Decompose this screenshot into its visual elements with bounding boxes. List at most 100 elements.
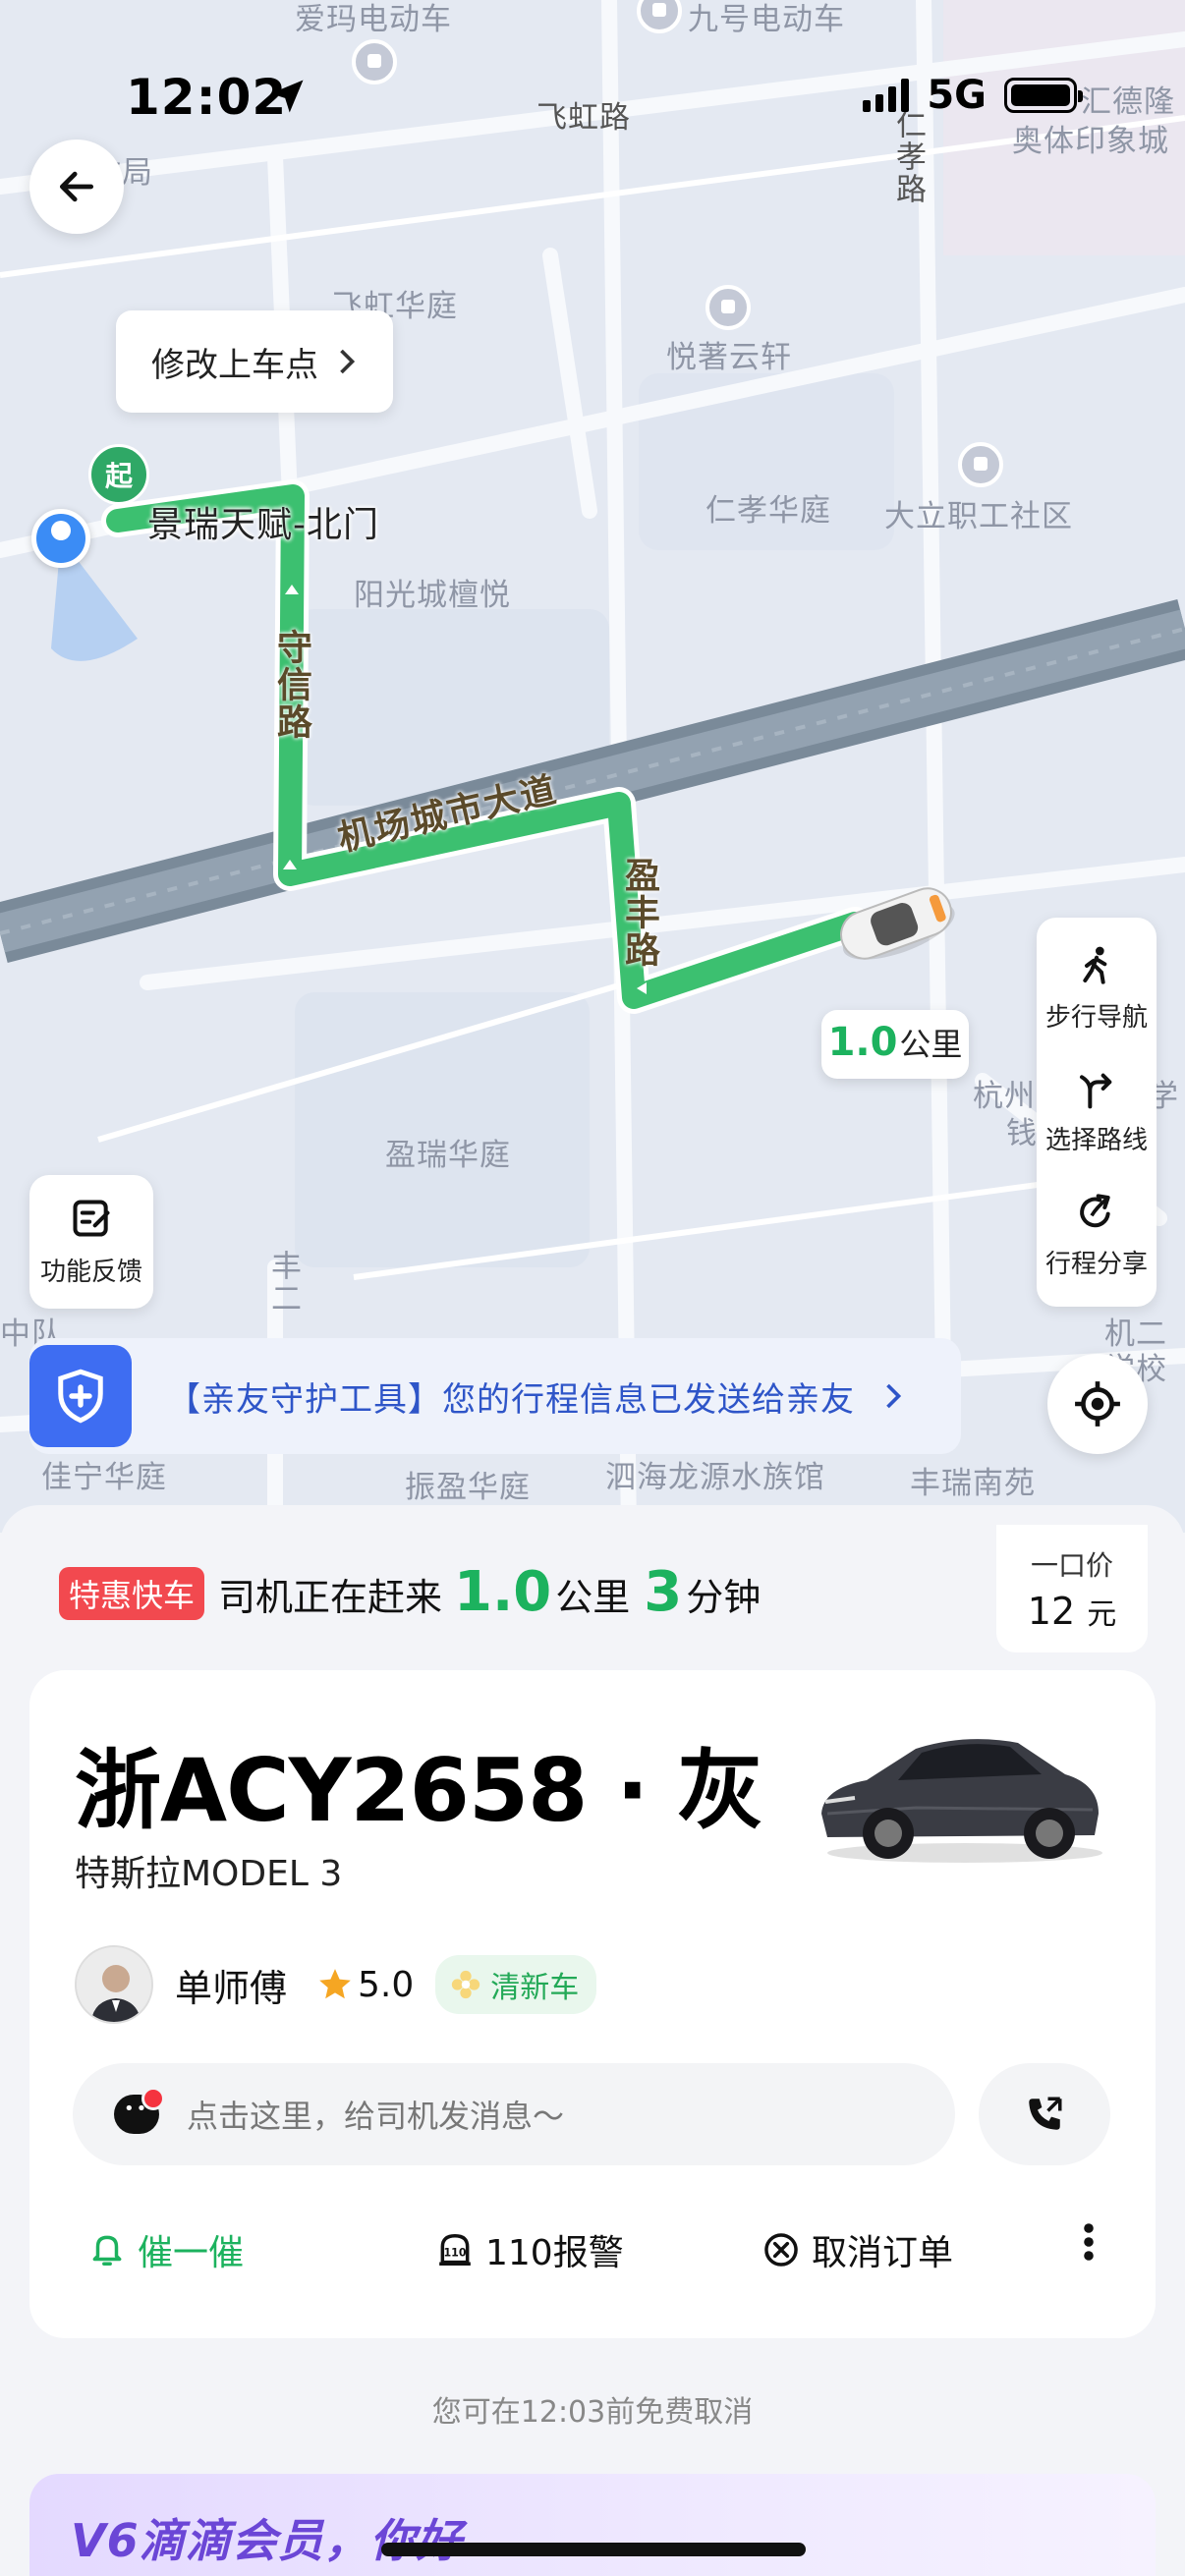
map-tools-panel: 步行导航 选择路线 行程分享 xyxy=(1037,918,1157,1307)
tool-label: 步行导航 xyxy=(1044,1003,1148,1034)
distance-value: 1.0 xyxy=(827,1020,898,1065)
feedback-label: 功能反馈 xyxy=(39,1257,142,1287)
driver-row: 单师傅 5.0 清新车 xyxy=(75,1945,597,2024)
battery-icon xyxy=(1004,78,1083,113)
star-icon xyxy=(319,1969,351,1999)
trip-sheet: 特惠快车 司机正在赶来 1.0 公里 3 分钟 一口价 12 元 浙ACY265… xyxy=(0,1505,1185,2576)
location-arrow-icon xyxy=(270,80,304,113)
map-label: 阳光城檀悦 xyxy=(354,578,511,613)
map-label: 爱玛电动车 xyxy=(295,2,452,37)
price-value-wrap: 12 元 xyxy=(1028,1590,1116,1633)
police-110-button[interactable]: 110 110报警 xyxy=(436,2224,624,2275)
clean-car-badge: 清新车 xyxy=(435,1955,597,2014)
map-label: 盈瑞华庭 xyxy=(385,1138,511,1173)
tool-label: 选择路线 xyxy=(1044,1126,1148,1156)
road-label-shouxin: 守信路 xyxy=(271,629,311,741)
edit-pickup-button[interactable]: 修改上车点 xyxy=(116,310,393,413)
map-base xyxy=(0,0,1185,1533)
service-tag: 特惠快车 xyxy=(59,1567,205,1620)
signal-icon xyxy=(863,79,910,112)
car-model: 特斯拉MODEL 3 xyxy=(75,1854,343,1894)
map-label: 丰二 xyxy=(265,1250,301,1315)
message-placeholder: 点击这里，给司机发消息～ xyxy=(187,2098,565,2135)
map-label: 仁孝华庭 xyxy=(705,493,831,529)
trip-status-line: 特惠快车 司机正在赶来 1.0 公里 3 分钟 xyxy=(59,1560,761,1624)
license-plate: 浙ACY2658 · 灰 xyxy=(75,1740,763,1841)
message-driver-input[interactable]: 点击这里，给司机发消息～ xyxy=(73,2063,955,2165)
road-label-yingfeng: 盈丰路 xyxy=(619,857,659,969)
cancel-label: 取消订单 xyxy=(812,2233,954,2273)
vip-banner[interactable]: V6滴滴会员，你好 xyxy=(29,2474,1156,2576)
home-indicator xyxy=(381,2543,806,2556)
eta-distance-unit: 公里 xyxy=(555,1576,631,1619)
route-icon xyxy=(1079,1074,1112,1109)
driver-name: 单师傅 xyxy=(175,1966,288,2010)
distance-unit: 公里 xyxy=(899,1026,963,1063)
network-type: 5G xyxy=(927,73,987,118)
map-label: 佳宁华庭 xyxy=(41,1460,167,1495)
feedback-button[interactable]: 功能反馈 xyxy=(29,1175,153,1309)
bell-icon xyxy=(92,2235,122,2266)
back-button[interactable] xyxy=(29,140,124,234)
map-label: 汇德隆 xyxy=(1081,84,1175,120)
share-trip-button[interactable]: 行程分享 xyxy=(1045,1191,1148,1280)
car-image xyxy=(821,1739,1102,1863)
eta-minutes: 3 xyxy=(644,1560,683,1624)
map-label: 悦著云轩 xyxy=(666,340,792,375)
price-value: 12 xyxy=(1027,1590,1076,1633)
map-label: 钱 xyxy=(1006,1116,1038,1151)
walk-icon xyxy=(1083,946,1107,984)
arrow-left-icon xyxy=(59,171,94,202)
map-label: 飞虹路 xyxy=(536,100,631,136)
actions-row: 催一催 110 110报警 取消订单 xyxy=(59,2201,1126,2299)
shield-badge xyxy=(29,1345,132,1447)
map-label: 振盈华庭 xyxy=(405,1470,531,1505)
status-prefix: 司机正在赶来 xyxy=(218,1576,443,1619)
close-circle-icon xyxy=(764,2233,798,2267)
poi-pin xyxy=(352,39,397,84)
more-vertical-icon xyxy=(1084,2223,1094,2261)
driver-card: 浙ACY2658 · 灰 特斯拉MODEL 3 单师傅 5.0 清新车 •• 点… xyxy=(29,1670,1156,2338)
driver-rating: 5.0 xyxy=(316,1965,414,2005)
choose-route-button[interactable]: 选择路线 xyxy=(1045,1067,1148,1156)
family-guard-banner[interactable]: 【亲友守护工具】您的行程信息已发送给亲友 xyxy=(29,1338,961,1454)
map-label: 泗海龙源水族馆 xyxy=(605,1460,825,1495)
chat-bubble-icon xyxy=(114,2087,165,2134)
guard-banner-text: 【亲友守护工具】您的行程信息已发送给亲友 xyxy=(167,1379,855,1420)
map-view[interactable]: 爱玛电动车 九号电动车 汇德隆 奥体印象城 飞虹路 仁孝路 邮政局 飞虹华庭 悦… xyxy=(0,0,1185,1533)
eta-minutes-unit: 分钟 xyxy=(686,1576,762,1619)
start-marker: 起 xyxy=(88,444,149,505)
police-label: 110报警 xyxy=(485,2233,624,2273)
phone-icon xyxy=(1029,2097,1062,2130)
eta-distance: 1.0 xyxy=(454,1560,552,1624)
driver-avatar[interactable] xyxy=(75,1945,153,2024)
crosshair-icon xyxy=(1075,1381,1120,1427)
cancel-order-button[interactable]: 取消订单 xyxy=(762,2224,953,2275)
map-label: 仁孝路 xyxy=(890,108,926,205)
clean-car-label: 清新车 xyxy=(490,1971,580,2005)
poi-pin xyxy=(705,285,751,330)
more-options-button[interactable] xyxy=(1083,2222,1095,2272)
chevron-right-icon xyxy=(886,1383,902,1409)
vip-banner-title: V6滴滴会员，你好 xyxy=(71,2514,463,2567)
pickup-location-name: 景瑞天赋-北门 xyxy=(147,505,379,545)
poi-pin xyxy=(958,442,1003,487)
urge-button[interactable]: 催一催 xyxy=(88,2224,244,2275)
map-label: 九号电动车 xyxy=(688,2,845,37)
call-driver-button[interactable] xyxy=(979,2063,1110,2165)
price-label: 一口价 xyxy=(1030,1549,1113,1582)
chevron-right-icon xyxy=(340,349,356,374)
walk-navigation-button[interactable]: 步行导航 xyxy=(1045,944,1148,1034)
shield-icon xyxy=(58,1369,103,1424)
share-icon xyxy=(1080,1194,1110,1228)
distance-tag: 1.0 公里 xyxy=(821,1010,969,1079)
flower-icon xyxy=(452,1970,480,1999)
user-location-icon xyxy=(31,509,90,568)
tool-label: 行程分享 xyxy=(1044,1249,1148,1279)
rating-value: 5.0 xyxy=(358,1964,415,2005)
price-unit: 元 xyxy=(1087,1597,1117,1632)
price-box[interactable]: 一口价 12 元 xyxy=(996,1525,1148,1652)
feedback-edit-icon xyxy=(73,1199,110,1237)
map-label: 奥体印象城 xyxy=(1012,124,1169,159)
locate-me-button[interactable] xyxy=(1047,1354,1148,1454)
